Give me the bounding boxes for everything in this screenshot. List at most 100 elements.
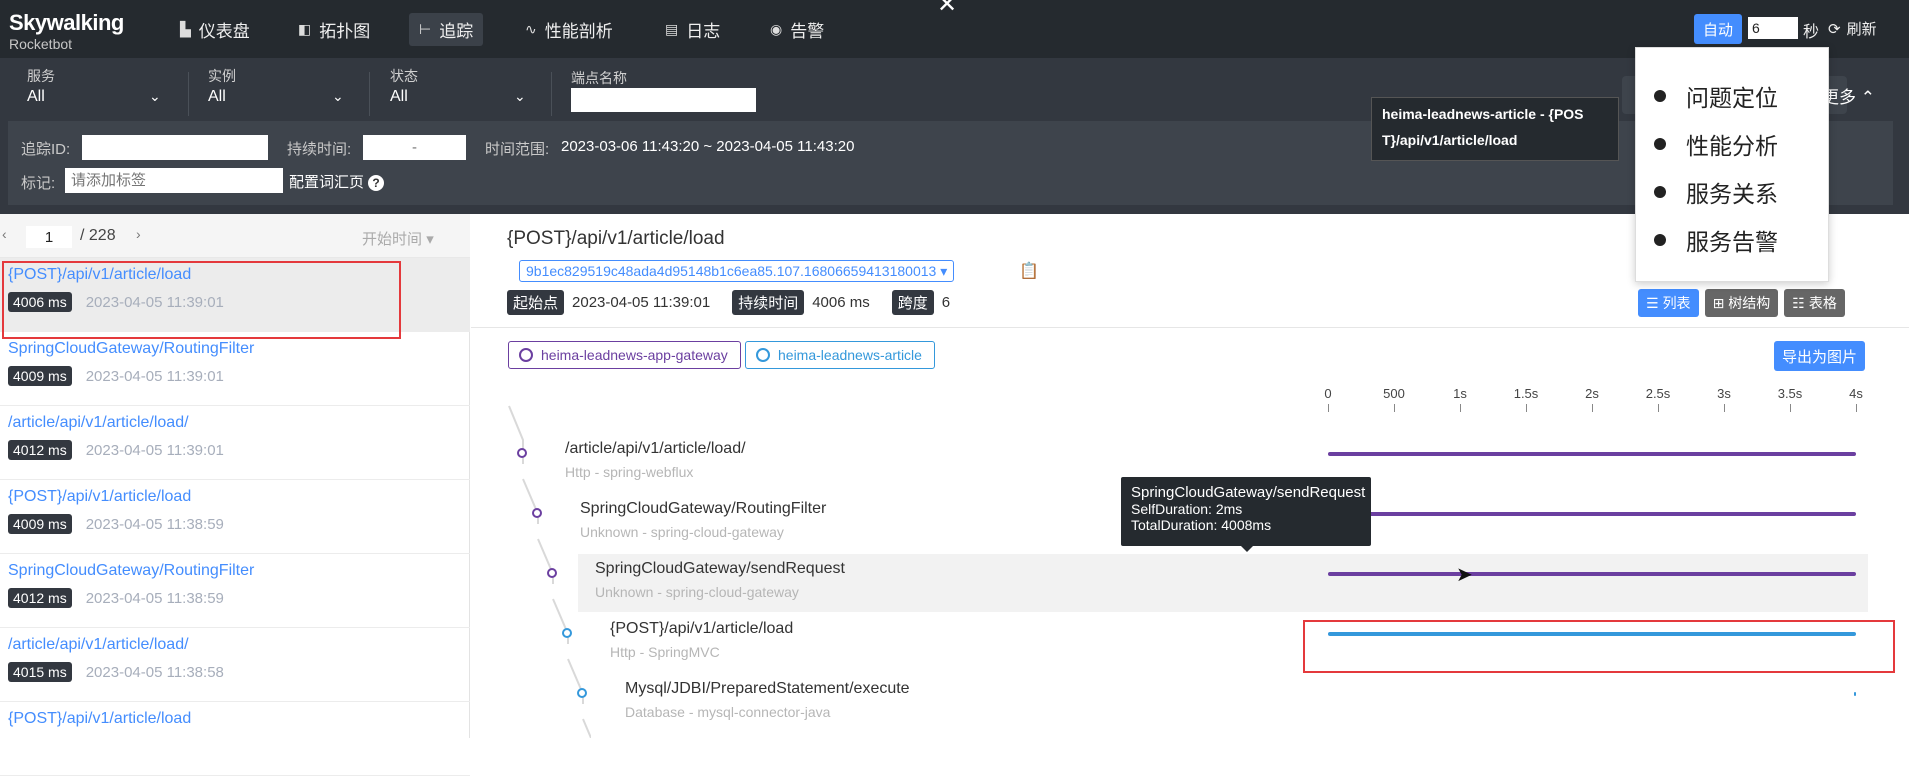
view-tree-button[interactable]: ⊞ 树结构 — [1704, 289, 1779, 317]
menu-label: 服务关系 — [1686, 181, 1778, 207]
span-duration-bar[interactable] — [1328, 512, 1856, 516]
list-item[interactable]: SpringCloudGateway/RoutingFilter 4012 ms… — [0, 554, 470, 628]
nav-label: 仪表盘 — [198, 22, 250, 41]
span-name: Mysql/JDBI/PreparedStatement/execute — [625, 680, 910, 697]
menu-item-alarm[interactable]: 服务告警 — [1654, 223, 1778, 257]
duration-badge: 4015 ms — [8, 662, 72, 682]
nav-label: 追踪 — [439, 22, 474, 41]
menu-item-locate[interactable]: 问题定位 — [1654, 79, 1778, 113]
start-tag: 起始点 — [507, 290, 565, 315]
nav-label: 日志 — [686, 22, 721, 41]
span-node-icon — [517, 448, 527, 458]
nav-alarm[interactable]: ◉ 告警 — [760, 13, 834, 46]
span-name: /article/api/v1/article/load/ — [565, 440, 746, 457]
brand-name: Skywalking — [9, 10, 124, 35]
brand-sub: Rocketbot — [9, 36, 73, 52]
trace-icon: ⊢ — [419, 21, 432, 37]
status-select[interactable]: 状态 All ⌄ — [390, 66, 530, 112]
refresh-interval-input[interactable] — [1748, 17, 1798, 39]
tag-input[interactable] — [65, 168, 283, 193]
instance-value: All — [208, 88, 226, 105]
span-name: SpringCloudGateway/RoutingFilter — [580, 500, 827, 517]
dashboard-icon: ▙ — [180, 21, 191, 37]
axis-tick — [1724, 404, 1725, 412]
next-page-icon[interactable]: › — [136, 226, 141, 242]
list-item[interactable]: /article/api/v1/article/load/ 4012 ms 202… — [0, 406, 470, 480]
auto-refresh-button[interactable]: 自动 — [1694, 14, 1742, 44]
prev-page-icon[interactable]: ‹ — [2, 226, 7, 242]
export-image-button[interactable]: 导出为图片 — [1774, 341, 1866, 371]
trace-id-select[interactable]: 9b1ec829519c48ada4d95148b1c6ea85.107.168… — [519, 260, 955, 282]
axis-tick — [1460, 404, 1461, 412]
sort-select[interactable]: 开始时间 ▾ — [362, 228, 434, 249]
service-ring-icon — [756, 348, 770, 362]
menu-label: 服务告警 — [1686, 229, 1778, 255]
view-list-button[interactable]: ☰ 列表 — [1638, 289, 1699, 317]
axis-tick-label: 1s — [1453, 386, 1467, 401]
list-item[interactable]: /article/api/v1/article/load/ 4015 ms 202… — [0, 628, 470, 702]
divider — [471, 327, 1909, 328]
service-select[interactable]: 服务 All ⌄ — [27, 66, 167, 112]
list-item[interactable]: {POST}/api/v1/article/load — [0, 702, 470, 776]
nav-label: 告警 — [790, 22, 825, 41]
trace-detail: {POST}/api/v1/article/load 9b1ec829519c4… — [471, 214, 1909, 738]
span-tag: 跨度 — [891, 290, 934, 315]
nav-label: 性能剖析 — [544, 22, 613, 41]
span-node-icon — [562, 628, 572, 638]
traceid-input[interactable] — [82, 135, 268, 160]
separator — [551, 72, 552, 116]
refresh-button[interactable]: ⟳ 刷新 — [1828, 18, 1877, 39]
page-input[interactable] — [26, 226, 72, 248]
axis-tick-label: 3.5s — [1777, 386, 1803, 401]
span-row[interactable]: Mysql/JDBI/PreparedStatement/execute Data… — [471, 674, 1909, 732]
nav-trace[interactable]: ⊢ 追踪 — [409, 13, 484, 46]
nav-topology[interactable]: ◧ 拓扑图 — [288, 13, 380, 46]
list-item[interactable]: {POST}/api/v1/article/load 4009 ms 2023-0… — [0, 480, 470, 554]
traceid-label: 追踪ID: — [21, 141, 71, 158]
logo[interactable]: Skywalking Rocketbot — [9, 10, 124, 52]
span-component: Unknown - spring-cloud-gateway — [595, 584, 799, 600]
more-label[interactable]: 更多 ⌃ — [1822, 83, 1875, 108]
span-component: Http - spring-webflux — [565, 464, 694, 480]
trace-time: 2023-04-05 11:38:59 — [85, 589, 224, 607]
service-tag-gateway[interactable]: heima-leadnews-app-gateway — [508, 341, 741, 369]
span-duration-bar[interactable] — [1328, 572, 1856, 576]
service-tag-article[interactable]: heima-leadnews-article — [745, 341, 935, 369]
view-table-button[interactable]: ☷ 表格 — [1784, 289, 1845, 317]
menu-label: 性能分析 — [1686, 133, 1778, 159]
trace-endpoint: /article/api/v1/article/load/ — [8, 636, 189, 653]
duration-badge: 4009 ms — [8, 514, 72, 534]
service-name: heima-leadnews-article — [778, 347, 922, 363]
nav-dashboard[interactable]: ▙ 仪表盘 — [170, 13, 260, 46]
span-row[interactable]: SpringCloudGateway/sendRequest Unknown - … — [578, 554, 1868, 612]
menu-item-relation[interactable]: 服务关系 — [1654, 175, 1778, 209]
axis-tick — [1592, 404, 1593, 412]
trace-id-value: 9b1ec829519c48ada4d95148b1c6ea85.107.168… — [526, 263, 937, 279]
seconds-label: 秒 — [1803, 24, 1820, 41]
help-icon[interactable]: ? — [368, 175, 385, 192]
mouse-cursor-icon: ➤ — [1456, 564, 1473, 586]
topology-icon: ◧ — [298, 21, 312, 37]
separator — [369, 72, 370, 116]
bullet-icon — [1654, 234, 1666, 246]
trace-time: 2023-04-05 11:38:58 — [85, 663, 224, 681]
service-ring-icon — [519, 348, 533, 362]
view-label: 树结构 — [1728, 295, 1771, 311]
chevron-up-icon: ⌃ — [1860, 88, 1875, 107]
copy-icon[interactable]: 📋 — [1019, 261, 1039, 281]
menu-item-performance[interactable]: 性能分析 — [1654, 127, 1778, 161]
nav-profile[interactable]: ∿ 性能剖析 — [515, 13, 623, 46]
span-duration-bar[interactable] — [1854, 692, 1856, 696]
config-vocab-link[interactable]: 配置词汇页? — [289, 171, 385, 192]
nav-log[interactable]: ▤ 日志 — [655, 13, 730, 46]
nav-label: 拓扑图 — [319, 22, 371, 41]
duration-badge: 4012 ms — [8, 440, 72, 460]
span-duration-bar[interactable] — [1328, 452, 1856, 456]
endpoint-input[interactable] — [571, 88, 756, 112]
duration-input[interactable] — [363, 135, 466, 160]
close-icon[interactable]: ✕ — [937, 0, 957, 19]
instance-select[interactable]: 实例 All ⌄ — [208, 66, 348, 112]
list-item[interactable]: SpringCloudGateway/RoutingFilter 4009 ms… — [0, 332, 470, 406]
timerange-value[interactable]: 2023-03-06 11:43:20 ~ 2023-04-05 11:43:2… — [561, 138, 854, 155]
context-menu: 问题定位 性能分析 服务关系 服务告警 — [1635, 47, 1829, 282]
